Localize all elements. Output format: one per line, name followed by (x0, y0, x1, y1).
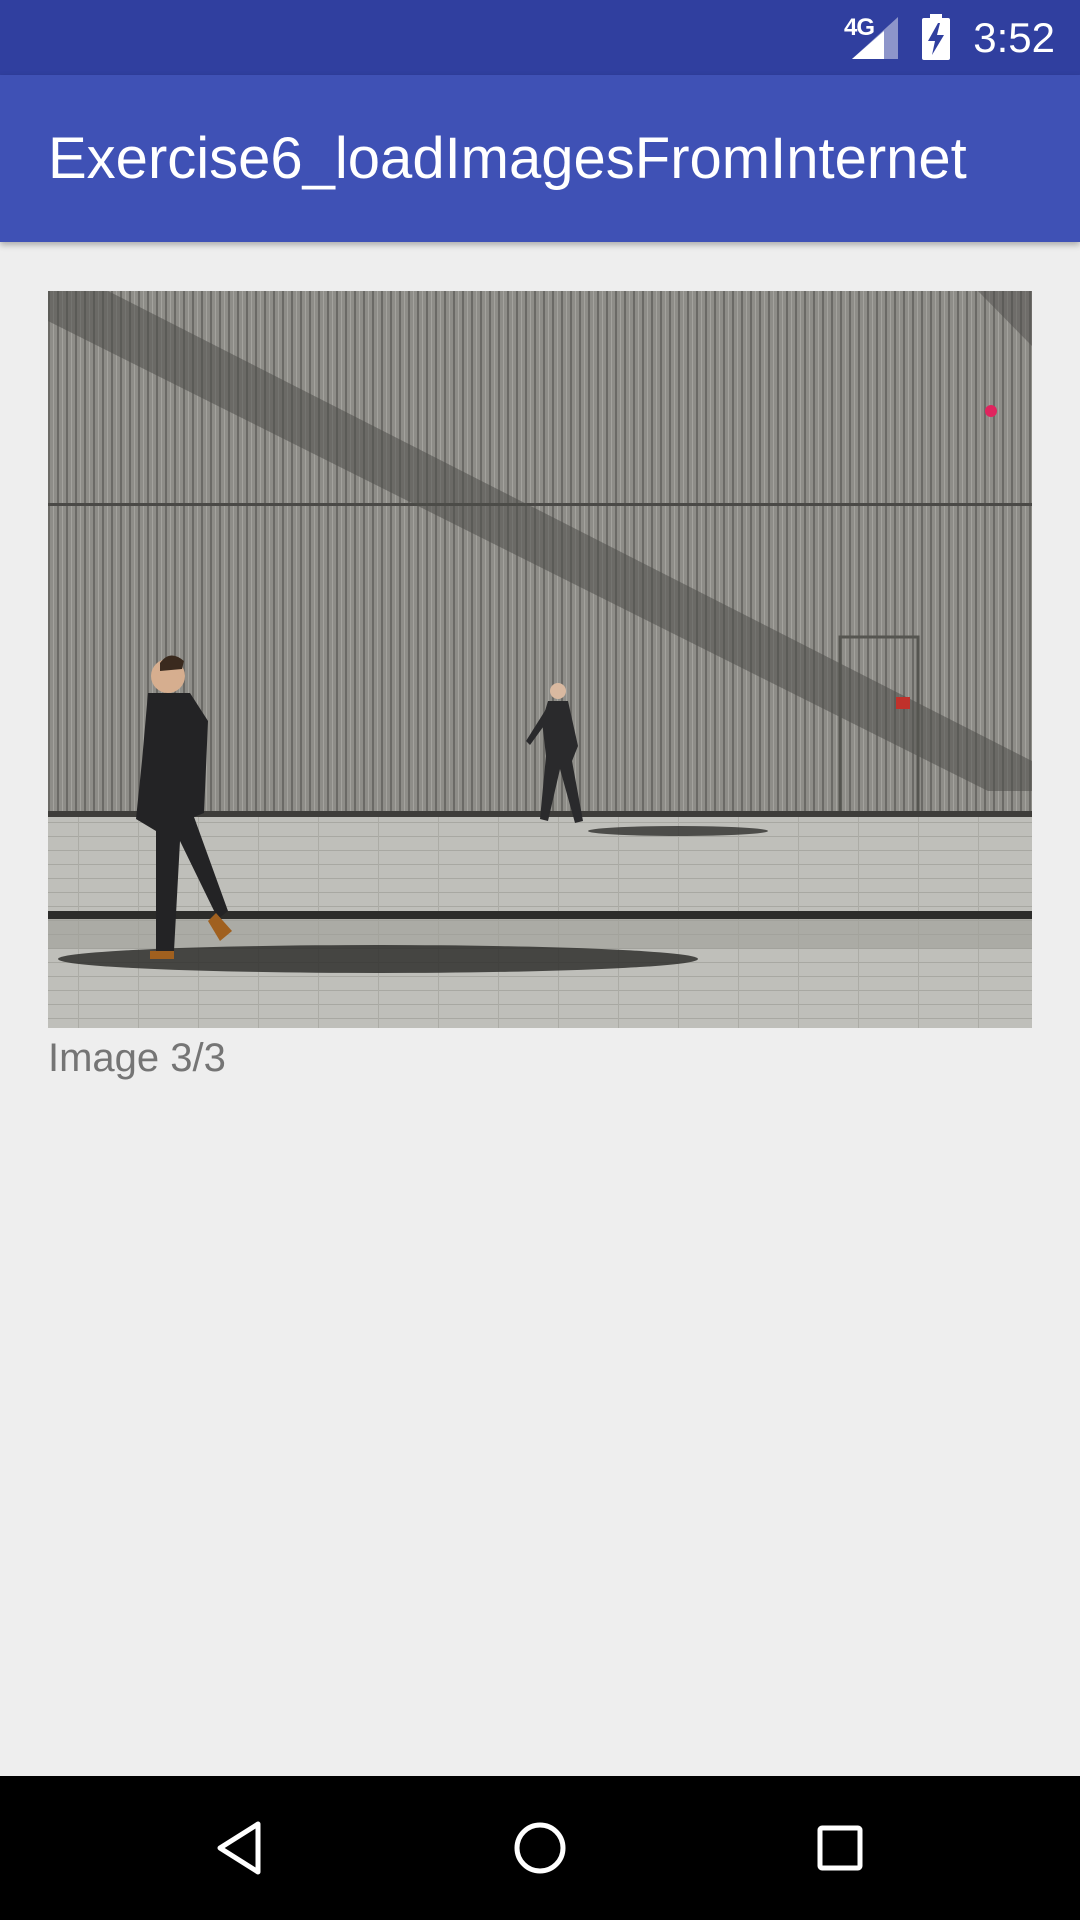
image-caption: Image 3/3 (48, 1036, 226, 1080)
screen: 4G 3:52 Exercise6_loadImagesFromInternet (0, 0, 1080, 1920)
network-type-label: 4G (844, 14, 875, 41)
loaded-image (48, 291, 1032, 1028)
back-icon (217, 1821, 261, 1875)
app-bar: Exercise6_loadImagesFromInternet (0, 75, 1080, 242)
recents-icon (817, 1825, 863, 1871)
home-icon (514, 1822, 566, 1874)
navigation-bar (0, 1776, 1080, 1920)
back-button[interactable] (190, 1798, 290, 1898)
home-button[interactable] (490, 1798, 590, 1898)
photo-illustration (48, 291, 1032, 1028)
app-title: Exercise6_loadImagesFromInternet (48, 126, 967, 191)
battery-charging-icon (922, 14, 950, 60)
status-time: 3:52 (973, 14, 1055, 61)
recents-button[interactable] (790, 1798, 890, 1898)
status-bar: 4G 3:52 (0, 0, 1080, 75)
